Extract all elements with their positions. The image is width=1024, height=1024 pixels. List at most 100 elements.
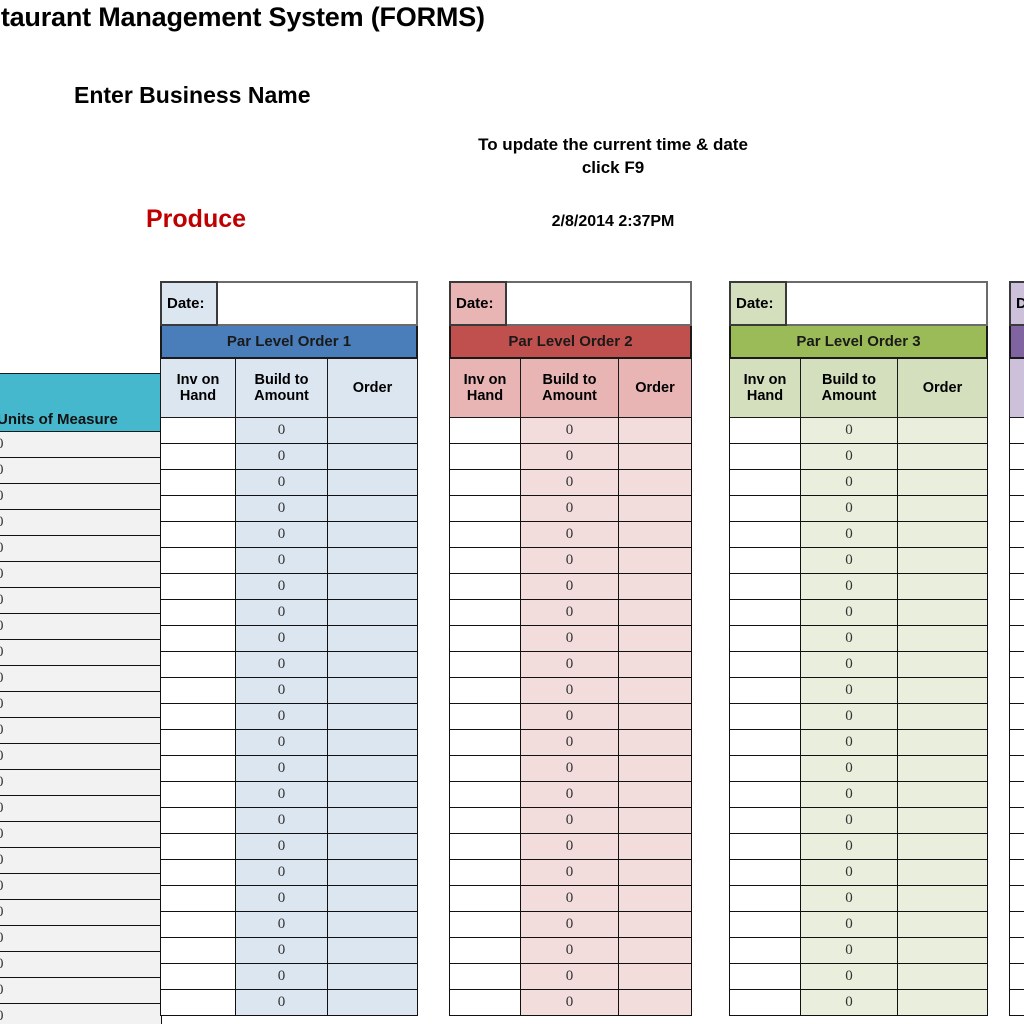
cell-build-to-amount[interactable]: 0 <box>236 600 328 626</box>
cell-inv-on-hand[interactable] <box>729 834 801 860</box>
cell-order[interactable] <box>898 834 988 860</box>
units-of-measure-cell[interactable]: 0 <box>0 978 162 1004</box>
cell-order[interactable] <box>619 834 692 860</box>
cell-inv-on-hand[interactable] <box>1009 834 1024 860</box>
date-input[interactable] <box>218 281 418 326</box>
units-of-measure-cell[interactable]: 0 <box>0 536 162 562</box>
cell-inv-on-hand[interactable] <box>729 782 801 808</box>
cell-order[interactable] <box>619 782 692 808</box>
cell-build-to-amount[interactable]: 0 <box>801 704 898 730</box>
units-of-measure-cell[interactable]: 0 <box>0 900 162 926</box>
cell-build-to-amount[interactable]: 0 <box>521 626 619 652</box>
cell-build-to-amount[interactable]: 0 <box>236 470 328 496</box>
cell-build-to-amount[interactable]: 0 <box>521 782 619 808</box>
cell-inv-on-hand[interactable] <box>160 496 236 522</box>
cell-inv-on-hand[interactable] <box>729 990 801 1016</box>
units-of-measure-cell[interactable]: 0 <box>0 666 162 692</box>
cell-order[interactable] <box>898 964 988 990</box>
cell-inv-on-hand[interactable] <box>1009 600 1024 626</box>
cell-build-to-amount[interactable]: 0 <box>521 574 619 600</box>
cell-inv-on-hand[interactable] <box>1009 548 1024 574</box>
cell-order[interactable] <box>898 678 988 704</box>
cell-inv-on-hand[interactable] <box>449 938 521 964</box>
cell-inv-on-hand[interactable] <box>729 600 801 626</box>
cell-inv-on-hand[interactable] <box>449 470 521 496</box>
cell-order[interactable] <box>328 730 418 756</box>
cell-build-to-amount[interactable]: 0 <box>521 912 619 938</box>
cell-inv-on-hand[interactable] <box>729 626 801 652</box>
cell-inv-on-hand[interactable] <box>1009 678 1024 704</box>
cell-build-to-amount[interactable]: 0 <box>801 756 898 782</box>
cell-order[interactable] <box>328 834 418 860</box>
cell-order[interactable] <box>898 574 988 600</box>
cell-inv-on-hand[interactable] <box>160 756 236 782</box>
cell-build-to-amount[interactable]: 0 <box>236 444 328 470</box>
cell-build-to-amount[interactable]: 0 <box>801 886 898 912</box>
cell-build-to-amount[interactable]: 0 <box>521 704 619 730</box>
cell-inv-on-hand[interactable] <box>1009 652 1024 678</box>
units-of-measure-cell[interactable]: 0 <box>0 510 162 536</box>
units-of-measure-cell[interactable]: 0 <box>0 952 162 978</box>
cell-inv-on-hand[interactable] <box>449 600 521 626</box>
cell-order[interactable] <box>898 626 988 652</box>
cell-build-to-amount[interactable]: 0 <box>521 470 619 496</box>
cell-inv-on-hand[interactable] <box>160 574 236 600</box>
cell-inv-on-hand[interactable] <box>160 860 236 886</box>
cell-build-to-amount[interactable]: 0 <box>521 808 619 834</box>
cell-inv-on-hand[interactable] <box>449 808 521 834</box>
cell-inv-on-hand[interactable] <box>729 652 801 678</box>
cell-build-to-amount[interactable]: 0 <box>521 418 619 444</box>
cell-inv-on-hand[interactable] <box>449 444 521 470</box>
cell-build-to-amount[interactable]: 0 <box>801 730 898 756</box>
cell-build-to-amount[interactable]: 0 <box>236 626 328 652</box>
cell-build-to-amount[interactable]: 0 <box>521 860 619 886</box>
cell-inv-on-hand[interactable] <box>160 964 236 990</box>
cell-build-to-amount[interactable]: 0 <box>236 886 328 912</box>
cell-inv-on-hand[interactable] <box>729 678 801 704</box>
cell-inv-on-hand[interactable] <box>1009 704 1024 730</box>
cell-inv-on-hand[interactable] <box>729 808 801 834</box>
cell-inv-on-hand[interactable] <box>1009 418 1024 444</box>
cell-inv-on-hand[interactable] <box>729 470 801 496</box>
cell-build-to-amount[interactable]: 0 <box>801 990 898 1016</box>
units-of-measure-cell[interactable]: 0 <box>0 432 162 458</box>
cell-build-to-amount[interactable]: 0 <box>521 964 619 990</box>
cell-inv-on-hand[interactable] <box>449 860 521 886</box>
cell-build-to-amount[interactable]: 0 <box>521 886 619 912</box>
cell-build-to-amount[interactable]: 0 <box>801 548 898 574</box>
cell-build-to-amount[interactable]: 0 <box>801 626 898 652</box>
cell-build-to-amount[interactable]: 0 <box>236 704 328 730</box>
cell-inv-on-hand[interactable] <box>160 704 236 730</box>
cell-inv-on-hand[interactable] <box>160 990 236 1016</box>
date-input[interactable] <box>787 281 988 326</box>
cell-build-to-amount[interactable]: 0 <box>801 600 898 626</box>
cell-order[interactable] <box>898 444 988 470</box>
units-of-measure-cell[interactable]: 0 <box>0 692 162 718</box>
units-of-measure-cell[interactable]: 0 <box>0 614 162 640</box>
cell-order[interactable] <box>619 626 692 652</box>
cell-inv-on-hand[interactable] <box>449 730 521 756</box>
cell-build-to-amount[interactable]: 0 <box>801 938 898 964</box>
cell-build-to-amount[interactable]: 0 <box>801 834 898 860</box>
cell-build-to-amount[interactable]: 0 <box>801 782 898 808</box>
cell-inv-on-hand[interactable] <box>1009 990 1024 1016</box>
units-of-measure-cell[interactable]: 0 <box>0 458 162 484</box>
cell-order[interactable] <box>619 418 692 444</box>
cell-build-to-amount[interactable]: 0 <box>801 860 898 886</box>
cell-inv-on-hand[interactable] <box>449 496 521 522</box>
cell-inv-on-hand[interactable] <box>449 912 521 938</box>
date-input[interactable] <box>507 281 692 326</box>
units-of-measure-cell[interactable]: 0 <box>0 848 162 874</box>
cell-inv-on-hand[interactable] <box>729 574 801 600</box>
cell-order[interactable] <box>898 522 988 548</box>
cell-inv-on-hand[interactable] <box>160 418 236 444</box>
cell-order[interactable] <box>328 548 418 574</box>
business-name-field[interactable]: Enter Business Name <box>74 82 310 109</box>
cell-inv-on-hand[interactable] <box>449 418 521 444</box>
cell-inv-on-hand[interactable] <box>1009 964 1024 990</box>
cell-order[interactable] <box>898 470 988 496</box>
units-of-measure-cell[interactable]: 0 <box>0 926 162 952</box>
units-of-measure-cell[interactable]: 0 <box>0 640 162 666</box>
cell-order[interactable] <box>328 652 418 678</box>
cell-inv-on-hand[interactable] <box>729 886 801 912</box>
